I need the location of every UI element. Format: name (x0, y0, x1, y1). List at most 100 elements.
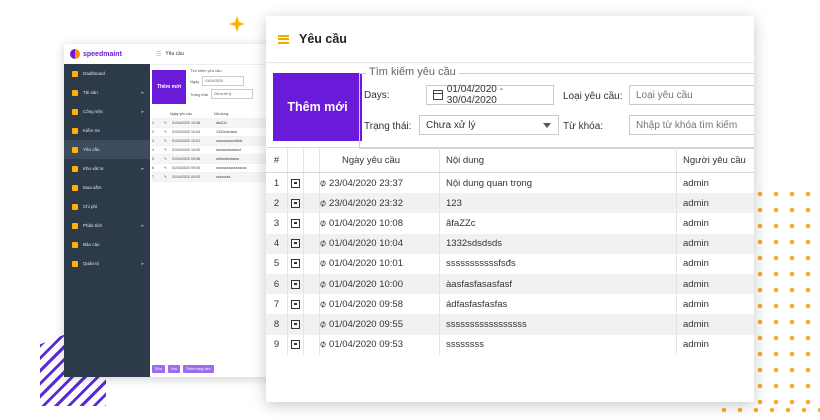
table-row[interactable]: 5 ⌀01/04/2020 10:01 sssssssssssfsđs admin (266, 253, 754, 274)
calendar-add-icon[interactable] (291, 198, 300, 208)
col-content[interactable]: Nội dung (439, 147, 677, 173)
paperclip-icon: ✎ (164, 121, 168, 125)
back-table-row[interactable]: 7 ✎ 01/04/2020 09:53 ssssssss (152, 173, 284, 182)
add-request-button[interactable]: Thêm mới (273, 73, 362, 141)
sidebar-item-label: Tài sản (83, 90, 98, 95)
row-content: sssssssssssssssss (216, 166, 247, 170)
chevron-right-icon: ▸ (141, 260, 144, 267)
dots-decoration-bottom (716, 402, 820, 420)
request-type-input[interactable] (629, 85, 754, 105)
sidebar-item[interactable]: Kiểm tra (64, 121, 150, 140)
sidebar-item[interactable]: Phân tích ▸ (64, 216, 150, 235)
table-header-row: # Ngày yêu cầu Nội dung Người yêu cầu (266, 147, 754, 173)
back-table-row[interactable]: 2 ✎ 01/04/2020 10:04 1332sdsdsds (152, 128, 284, 137)
date-range-picker[interactable]: 01/04/2020 - 30/04/2020 (426, 84, 554, 106)
row-content: âfaZZc (216, 121, 228, 125)
calendar-add-icon[interactable] (291, 178, 300, 188)
menu-icon[interactable] (278, 34, 289, 44)
back-table-row[interactable]: 5 ✎ 01/04/2020 09:58 ádfasfasfasfas (152, 155, 284, 164)
back-table-row[interactable]: 4 ✎ 01/04/2020 10:00 àasfasfasasfasf (152, 146, 284, 155)
request-content: sssssssssssfsđs (439, 253, 677, 274)
calendar-add-icon[interactable] (291, 218, 300, 228)
table-row[interactable]: 2 ⌀23/04/2020 23:32 123 admin (266, 193, 754, 214)
back-col-date: Ngày yêu cầu (170, 112, 192, 116)
table-row[interactable]: 4 ⌀01/04/2020 10:04 1332sdsdsds admin (266, 233, 754, 254)
table-row[interactable]: 9 ⌀01/04/2020 09:53 ssssssss admin (266, 334, 754, 355)
sidebar-item-label: Dashboard (83, 71, 106, 76)
calendar-add-icon[interactable] (291, 259, 300, 269)
col-number[interactable]: # (266, 147, 288, 173)
back-table-row[interactable]: 1 ✎ 01/04/2020 10:08 âfaZZc (152, 119, 284, 128)
paperclip-icon[interactable]: ⌀ (318, 298, 329, 311)
request-content: 123 (439, 193, 677, 214)
chevron-right-icon: ▸ (141, 89, 144, 96)
paperclip-icon[interactable]: ⌀ (318, 237, 329, 250)
back-footer-button[interactable]: Xoá (167, 365, 180, 373)
paperclip-icon[interactable]: ⌀ (318, 217, 329, 230)
row-number: 4 (152, 148, 154, 152)
sidebar-item[interactable]: Công việc ▸ (64, 102, 150, 121)
requester: admin (683, 339, 709, 351)
request-date: 23/04/2020 23:37 (329, 177, 403, 189)
table-row[interactable]: 3 ⌀01/04/2020 10:08 âfaZZc admin (266, 213, 754, 234)
sidebar-item[interactable]: Báo cáo (64, 235, 150, 254)
calendar-add-icon[interactable] (291, 299, 300, 309)
back-footer-button[interactable]: Thêm công việc (182, 365, 214, 373)
sidebar-item[interactable]: Quản trị ▸ (64, 254, 150, 273)
paperclip-icon[interactable]: ⌀ (318, 197, 329, 210)
sidebar-item[interactable]: Mua sắm (64, 178, 150, 197)
calendar-add-icon[interactable] (291, 279, 300, 289)
paperclip-icon[interactable]: ⌀ (318, 177, 329, 190)
sidebar-item[interactable]: Kho vật tư ▸ (64, 159, 150, 178)
paperclip-icon[interactable]: ⌀ (318, 278, 329, 291)
back-status-label: Trạng thái (190, 91, 208, 97)
back-footer-button[interactable]: Sửa (152, 365, 165, 373)
request-date: 01/04/2020 10:01 (329, 258, 403, 270)
paperclip-icon: ✎ (164, 175, 168, 179)
row-date: 01/04/2020 10:08 (172, 121, 200, 125)
back-table: Ngày yêu cầu Nội dung 1 ✎ 01/04/2020 10:08… (152, 110, 284, 182)
back-status-field[interactable]: Chưa xử lý (210, 89, 253, 99)
back-days-label: Ngày (190, 78, 200, 84)
row-content: àasfasfasasfasf (216, 148, 241, 152)
calendar-add-icon[interactable] (291, 340, 300, 350)
row-content: ádfasfasfasfas (216, 157, 240, 161)
calendar-add-icon[interactable] (291, 319, 300, 329)
col-request-date[interactable]: Ngày yêu cầu (319, 147, 440, 173)
nav-icon (72, 222, 78, 229)
menu-icon[interactable]: ☰ (156, 51, 161, 58)
sidebar-item[interactable]: Yêu cầu (64, 140, 150, 159)
back-table-row[interactable]: 6 ✎ 01/04/2020 09:55 sssssssssssssssss (152, 164, 284, 173)
table-row[interactable]: 7 ⌀01/04/2020 09:58 ádfasfasfasfas admin (266, 294, 754, 315)
nav-icon (72, 165, 78, 172)
request-content: ádfasfasfasfas (439, 294, 677, 315)
request-content: Nội dung quan trọng (439, 172, 677, 194)
row-date: 01/04/2020 10:00 (172, 148, 200, 152)
sidebar-item[interactable]: Dashboard (64, 64, 150, 83)
keyword-search-input[interactable] (629, 115, 754, 135)
request-date: 01/04/2020 10:04 (329, 238, 403, 250)
request-content: âfaZZc (439, 213, 677, 234)
request-date: 01/04/2020 10:08 (329, 217, 403, 229)
calendar-add-icon[interactable] (291, 239, 300, 249)
table-row[interactable]: 1 ⌀23/04/2020 23:37 Nội dung quan trọng adm… (266, 172, 754, 194)
row-date: 01/04/2020 10:04 (172, 130, 200, 134)
sidebar-item[interactable]: Tài sản ▸ (64, 83, 150, 102)
row-date: 01/04/2020 10:01 (172, 139, 200, 143)
col-requester[interactable]: Người yêu cầu (676, 147, 754, 173)
paperclip-icon[interactable]: ⌀ (318, 318, 329, 331)
sidebar-item-label: Yêu cầu (83, 147, 100, 152)
table-row[interactable]: 8 ⌀01/04/2020 09:55 sssssssssssssssss admin (266, 314, 754, 335)
sparkle-decoration (229, 16, 245, 32)
paperclip-icon[interactable]: ⌀ (318, 338, 329, 351)
back-days-field[interactable]: 01/04/2020 (202, 76, 245, 86)
row-number: 5 (152, 157, 154, 161)
table-row[interactable]: 6 ⌀01/04/2020 10:00 àasfasfasasfasf admin (266, 273, 754, 295)
paperclip-icon[interactable]: ⌀ (318, 258, 329, 271)
paperclip-icon: ✎ (164, 139, 168, 143)
back-new-button[interactable]: Thêm mới (152, 70, 186, 104)
sidebar-item[interactable]: Chi phí (64, 197, 150, 216)
back-table-row[interactable]: 3 ✎ 01/04/2020 10:01 sssssssssssfsđs (152, 137, 284, 146)
brand-name: speedmaint (83, 50, 122, 58)
status-select[interactable]: Chưa xử lý (419, 115, 559, 135)
